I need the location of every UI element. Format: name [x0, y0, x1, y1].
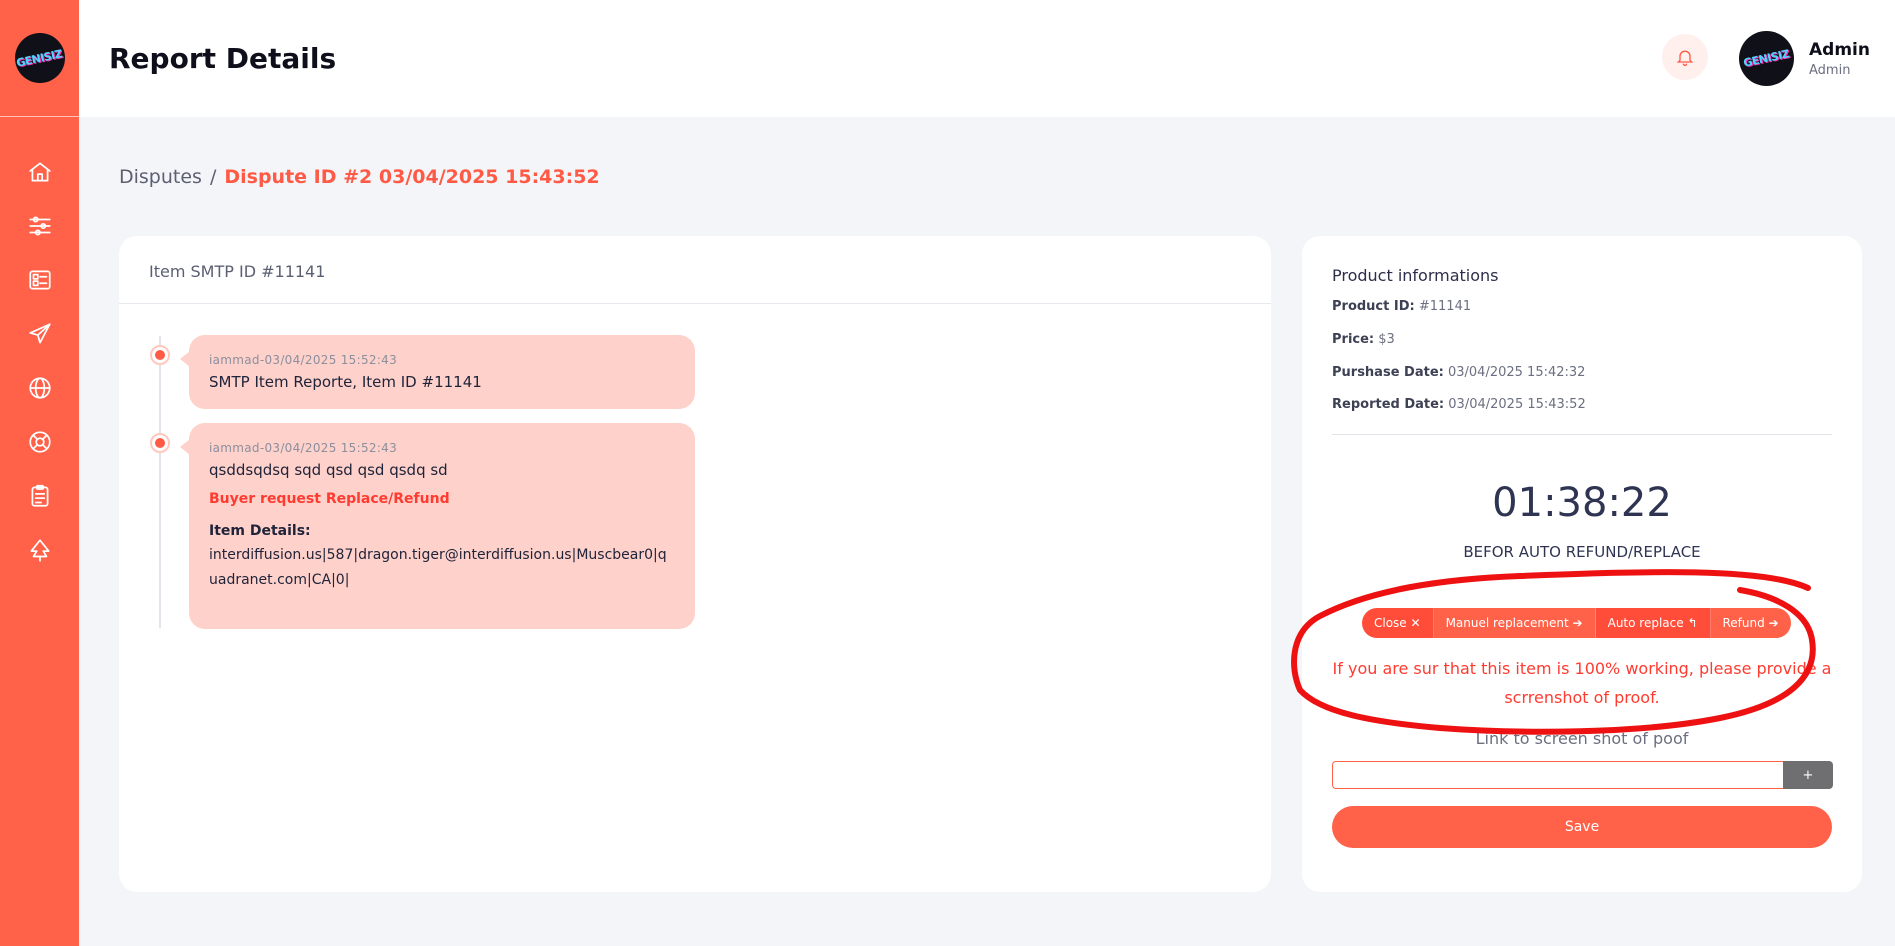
logo-text: GENISIZ [15, 46, 64, 70]
proof-link-input[interactable] [1332, 761, 1784, 789]
item-details-value: interdiffusion.us|587|dragon.tiger@inter… [209, 547, 667, 588]
message-bubble-2: iammad-03/04/2025 15:52:43 qsddsqdsq sqd… [180, 423, 695, 629]
reported-date-row: Reported Date: 03/04/2025 15:43:52 [1332, 397, 1586, 412]
message-meta: iammad-03/04/2025 15:52:43 [209, 441, 398, 455]
countdown-timer: 01:38:22 [1492, 480, 1672, 526]
bell-icon [1676, 50, 1694, 66]
item-details-label: Item Details: [209, 523, 311, 539]
breadcrumb: Disputes / Dispute ID #2 03/04/2025 15:43:… [119, 166, 600, 188]
product-id-value: #11141 [1418, 299, 1472, 314]
price-label: Price: [1332, 332, 1375, 347]
lifebuoy-icon [28, 431, 51, 453]
purchase-date-value: 03/04/2025 15:42:32 [1447, 365, 1586, 380]
purchase-date-row: Purshase Date: 03/04/2025 15:42:32 [1332, 365, 1585, 380]
manual-replacement-button[interactable]: Manuel replacement ➔ [1433, 608, 1596, 638]
buyer-request-label: Buyer request Replace/Refund [209, 491, 450, 507]
reported-date-value: 03/04/2025 15:43:52 [1448, 397, 1586, 412]
paper-plane-icon [28, 323, 51, 344]
breadcrumb-current: Dispute ID #2 03/04/2025 15:43:52 [224, 166, 600, 188]
auto-replace-button[interactable]: Auto replace ↰ [1595, 608, 1711, 638]
sidebar-item-support[interactable] [0, 415, 79, 469]
sidebar-item-dashboard[interactable] [0, 253, 79, 307]
message-bubble-1: iammad-03/04/2025 15:52:43 SMTP Item Rep… [180, 335, 695, 409]
sliders-icon [28, 216, 51, 236]
brand-logo[interactable]: GENISIZ [14, 33, 65, 83]
avatar-logo-text: GENISIZ [1742, 47, 1791, 70]
product-id-row: Product ID: #11141 [1332, 299, 1471, 314]
sidebar-item-reports[interactable] [0, 469, 79, 523]
message-text: qsddsqdsq sqd qsd qsd qsdq sd [209, 461, 448, 479]
message-text: SMTP Item Reporte, Item ID #11141 [209, 373, 482, 391]
price-row: Price: $3 [1332, 332, 1395, 347]
timeline-dot [150, 433, 170, 453]
sidebar-item-filters[interactable] [0, 199, 79, 253]
user-role: Admin [1809, 63, 1851, 78]
timeline-line [159, 336, 161, 628]
sidebar-item-send[interactable] [0, 307, 79, 361]
sidebar: GENISIZ [0, 0, 79, 946]
conversation-card: Item SMTP ID #11141 iammad-03/04/2025 15… [119, 236, 1271, 892]
user-avatar[interactable]: GENISIZ [1739, 31, 1794, 86]
countdown-label: BEFOR AUTO REFUND/REPLACE [1463, 543, 1701, 561]
product-info-title: Product informations [1332, 266, 1499, 285]
message-meta: iammad-03/04/2025 15:52:43 [209, 353, 398, 367]
user-name[interactable]: Admin [1809, 40, 1870, 60]
globe-icon [28, 377, 51, 399]
product-id-label: Product ID: [1332, 299, 1415, 314]
breadcrumb-separator: / [209, 166, 217, 188]
breadcrumb-disputes-link[interactable]: Disputes [119, 166, 202, 188]
purchase-date-label: Purshase Date: [1332, 365, 1444, 380]
sidebar-item-home[interactable] [0, 145, 79, 199]
home-icon [28, 162, 51, 182]
list-card-icon [28, 270, 51, 290]
timeline-dot [150, 345, 170, 365]
product-info-card: Product informations Product ID: #11141 … [1302, 236, 1862, 892]
clipboard-icon [31, 484, 48, 507]
proof-link-label: Link to screen shot of poof [1475, 729, 1689, 748]
refund-button[interactable]: Refund ➔ [1710, 608, 1791, 638]
page-title: Report Details [109, 42, 337, 75]
close-button[interactable]: Close ✕ [1362, 608, 1434, 638]
price-value: $3 [1378, 332, 1395, 347]
reported-date-label: Reported Date: [1332, 397, 1445, 412]
save-button[interactable]: Save [1332, 806, 1832, 848]
divider [1332, 434, 1832, 435]
notifications-button[interactable] [1662, 34, 1708, 80]
conversation-title: Item SMTP ID #11141 [119, 236, 1271, 304]
sidebar-item-web[interactable] [0, 361, 79, 415]
add-link-button[interactable]: + [1783, 761, 1833, 789]
top-header: Report Details GENISIZ Admin Admin [79, 0, 1895, 117]
sidebar-nav [0, 117, 79, 577]
dispute-action-bar: Close ✕ Manuel replacement ➔ Auto replac… [1362, 608, 1791, 638]
sidebar-item-tree[interactable] [0, 523, 79, 577]
logo-container: GENISIZ [0, 0, 79, 117]
proof-warning-text: If you are sur that this item is 100% wo… [1332, 659, 1832, 707]
tree-icon [29, 539, 50, 562]
